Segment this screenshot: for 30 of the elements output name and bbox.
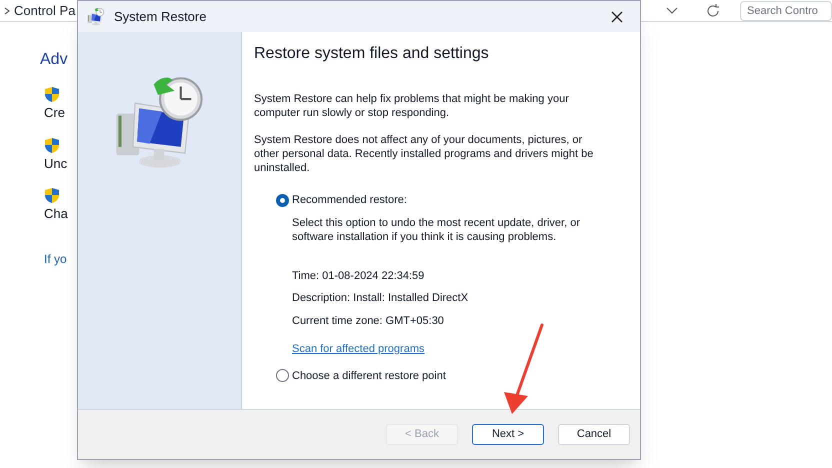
section-heading: Adv	[40, 50, 68, 70]
shield-icon	[44, 136, 60, 154]
radio-selected-icon	[276, 194, 289, 207]
task-link[interactable]: Unc	[44, 154, 68, 173]
shield-icon	[44, 187, 60, 204]
shield-icon	[44, 86, 60, 103]
restore-detail: Current time zone: GMT+05:30	[292, 314, 444, 328]
restore-detail: Description: Install: Installed DirectX	[292, 291, 468, 306]
refresh-icon[interactable]	[706, 4, 720, 18]
chevron-right-icon	[4, 6, 10, 14]
radio-option[interactable]: Choose a different restore point	[276, 368, 446, 384]
close-icon	[611, 10, 623, 22]
radio-unselected-icon	[276, 369, 289, 382]
description-text: System Restore can help fix problems that might be making your computer run slowly or stop responding.	[254, 92, 570, 120]
search-field[interactable]: Search Contro	[740, 0, 832, 20]
breadcrumb[interactable]: Control Pa	[14, 0, 76, 20]
restore-detail: Time: 01-08-2024 22:34:59	[292, 268, 424, 284]
scan-link[interactable]: Scan for affected programs	[276, 341, 424, 358]
task-link[interactable]: Cre	[44, 103, 65, 122]
dialog-button[interactable]: Next >	[472, 424, 544, 445]
radio-option[interactable]: Recommended restore:	[276, 192, 407, 208]
computer-clock-icon	[86, 6, 106, 26]
task-link[interactable]: Cha	[44, 204, 68, 224]
description-text: System Restore does not affect any of your documents, pictures, or other personal data. Recently installed programs and drivers might be uninstalled.	[254, 133, 594, 175]
window-title: System Restore	[114, 8, 206, 26]
option-description: Select this option to undo the most recent update, driver, or software installation if you think it is causing problems.	[291, 216, 582, 244]
dialog-button[interactable]: Cancel	[558, 424, 630, 445]
page-heading: Restore system files and settings	[254, 44, 489, 64]
chevron-down-icon[interactable]	[666, 6, 678, 14]
help-link[interactable]: If yo	[40, 250, 67, 268]
